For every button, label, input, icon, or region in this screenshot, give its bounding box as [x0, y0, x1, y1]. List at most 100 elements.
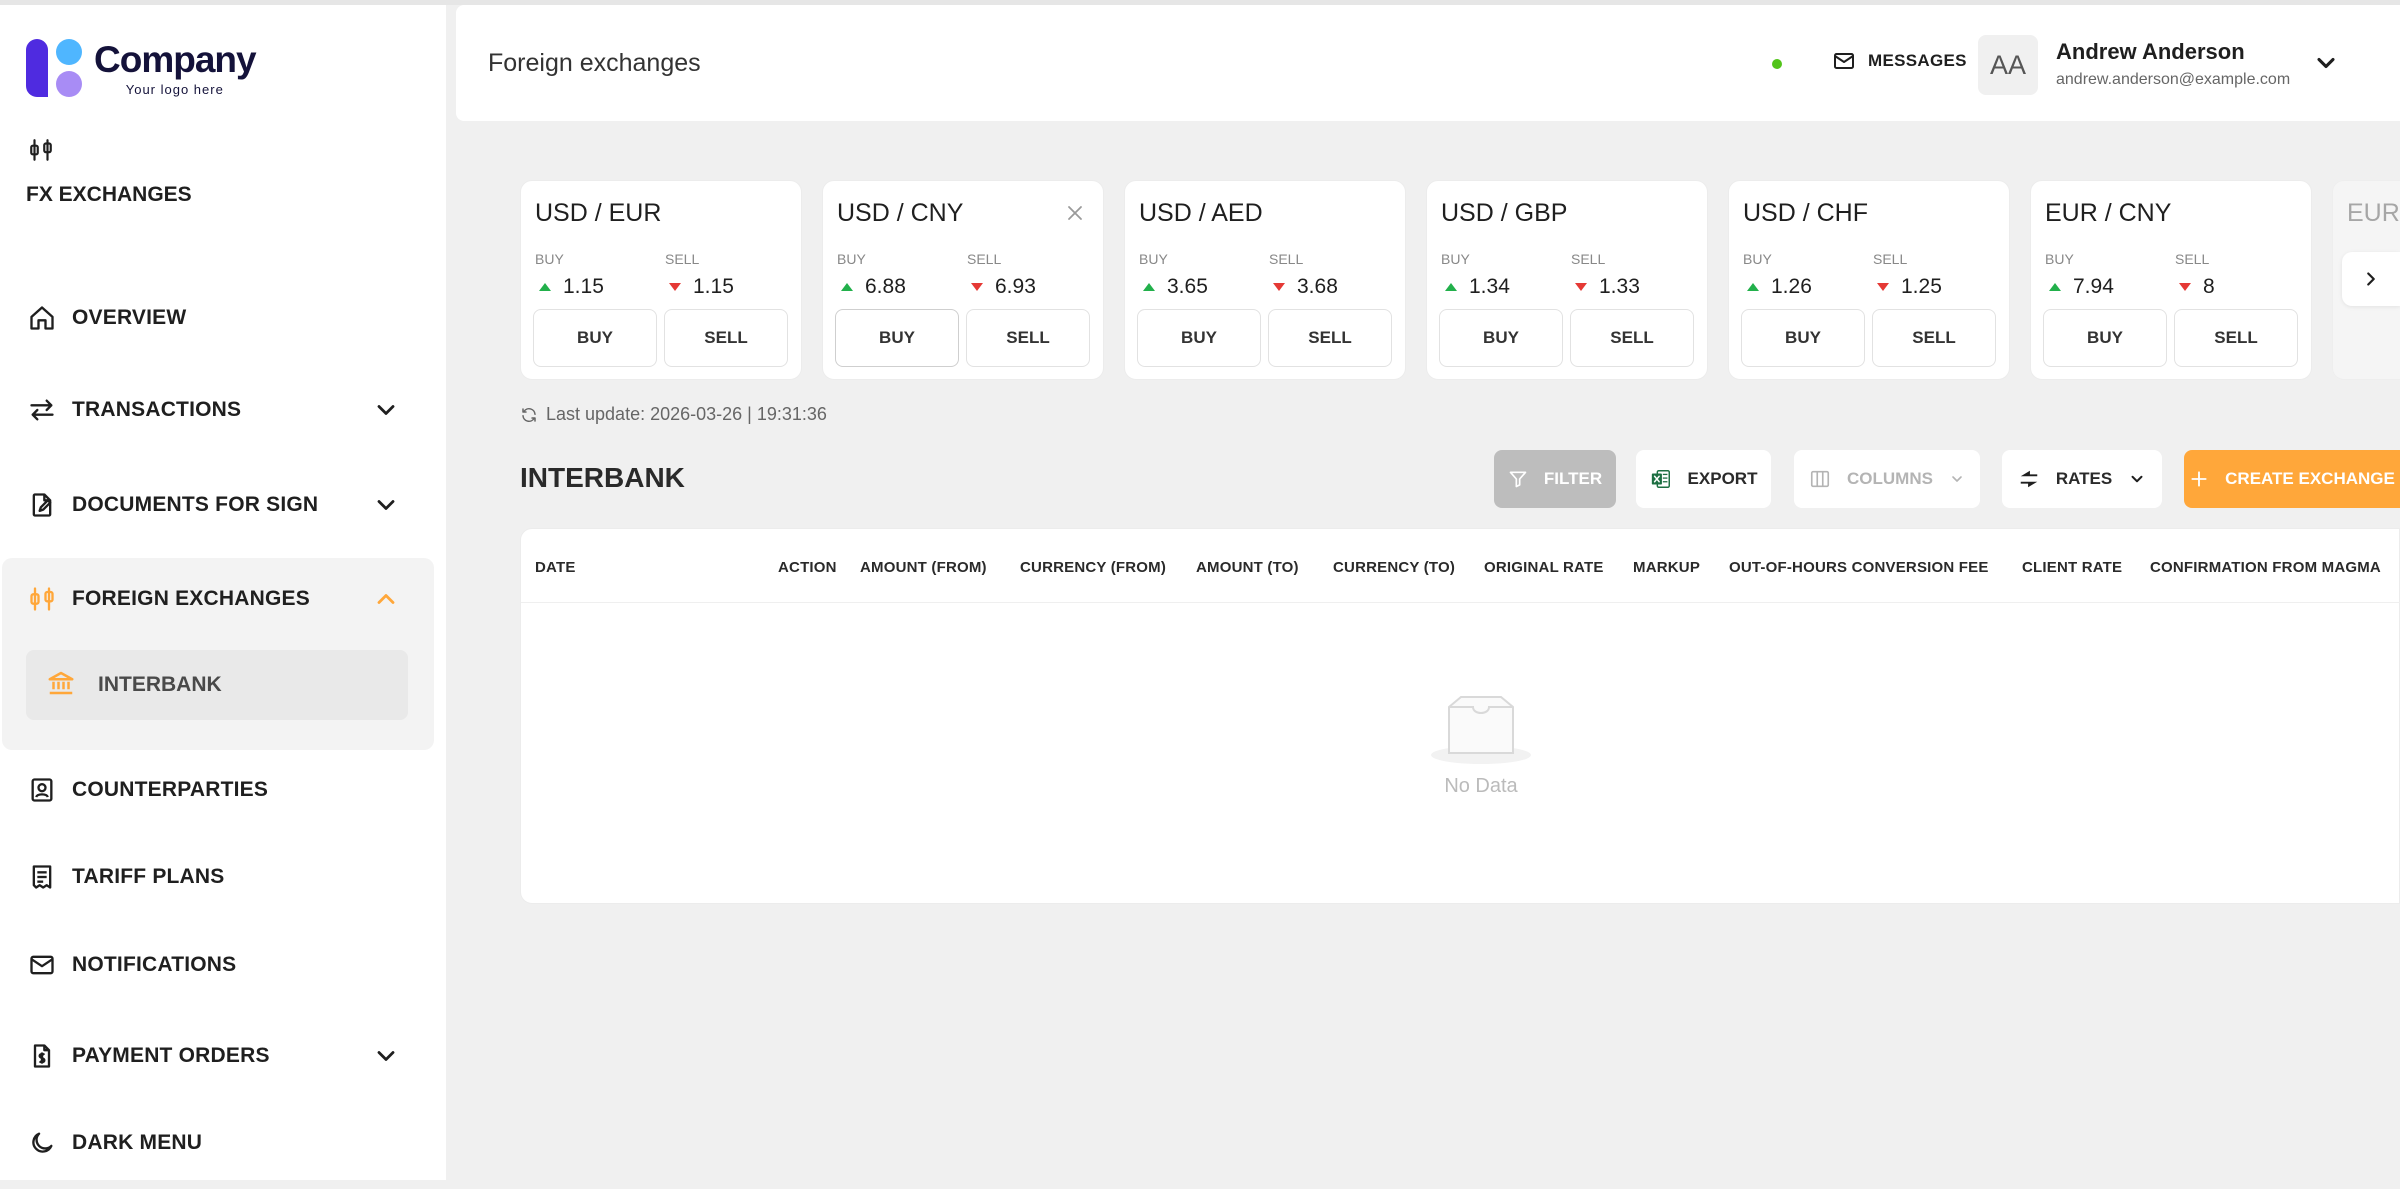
chevron-down-icon	[1952, 476, 1962, 482]
column-header-out-of-hours-fee[interactable]: OUT-OF-HOURS CONVERSION FEE	[1729, 559, 1989, 576]
fx-rate-cards: USD / EUR BUY SELL 1.15 1.15 BUY SELL US…	[520, 180, 2400, 380]
empty-state: No Data	[1411, 695, 1551, 798]
sidebar-item-payment-orders[interactable]: PAYMENT ORDERS	[0, 1026, 446, 1086]
buy-button[interactable]: BUY	[1741, 309, 1865, 367]
sidebar-item-notifications[interactable]: NOTIFICATIONS	[0, 935, 446, 995]
fx-card[interactable]: USD / CNY BUY SELL 6.88 6.93 BUY SELL	[822, 180, 1104, 380]
sell-rate: 1.25	[1901, 275, 1942, 298]
chevron-down-icon[interactable]	[372, 396, 400, 424]
columns-label: COLUMNS	[1847, 469, 1933, 488]
top-header: Foreign exchanges MESSAGES AA Andrew And…	[456, 5, 2400, 121]
sell-label: SELL	[1873, 251, 1908, 267]
columns-button[interactable]: COLUMNS	[1794, 450, 1980, 508]
buy-button[interactable]: BUY	[533, 309, 657, 367]
fx-pair: USD / CNY	[837, 199, 964, 227]
trend-down-icon	[1273, 283, 1285, 291]
last-update: Last update: 2026-03-26 | 19:31:36	[520, 404, 827, 425]
swap-arrows-icon	[2018, 468, 2040, 490]
trend-down-icon	[1877, 283, 1889, 291]
exchange-icon	[30, 139, 52, 161]
contact-card-icon	[26, 774, 58, 806]
fx-pair: USD / EUR	[535, 199, 662, 227]
sidebar-item-label: NOTIFICATIONS	[72, 953, 237, 976]
sidebar-item-transactions[interactable]: TRANSACTIONS	[0, 380, 446, 440]
column-header-date[interactable]: DATE	[535, 559, 576, 576]
sell-button[interactable]: SELL	[1268, 309, 1392, 367]
messages-button[interactable]: MESSAGES	[1832, 49, 1967, 73]
export-button[interactable]: EXPORT	[1636, 450, 1771, 508]
close-icon[interactable]	[1063, 201, 1087, 225]
sell-rate: 3.68	[1297, 275, 1338, 298]
sidebar-item-documents-for-sign[interactable]: DOCUMENTS FOR SIGN	[0, 475, 446, 535]
trend-down-icon	[971, 283, 983, 291]
sidebar-item-dark-menu[interactable]: DARK MENU	[0, 1113, 446, 1173]
sidebar-item-label: DARK MENU	[72, 1131, 203, 1154]
column-header-action[interactable]: ACTION	[778, 559, 837, 576]
sidebar-item-overview[interactable]: OVERVIEW	[0, 288, 446, 348]
column-header-confirmation[interactable]: CONFIRMATION FROM MAGMA	[2150, 559, 2381, 576]
filter-button[interactable]: FILTER	[1494, 450, 1616, 508]
sell-rate: 8	[2203, 275, 2215, 298]
chevron-down-icon[interactable]	[2312, 49, 2340, 77]
sidebar-item-label: COUNTERPARTIES	[72, 778, 269, 801]
envelope-icon	[26, 949, 58, 981]
buy-button[interactable]: BUY	[2043, 309, 2167, 367]
create-exchange-label: CREATE EXCHANGE	[2225, 469, 2395, 488]
brand-logo[interactable]: Company Your logo here	[26, 35, 257, 101]
column-header-currency-to[interactable]: CURRENCY (TO)	[1333, 559, 1455, 576]
trend-down-icon	[2179, 283, 2191, 291]
fx-card[interactable]: USD / GBP BUY SELL 1.34 1.33 BUY SELL	[1426, 180, 1708, 380]
moon-icon	[26, 1127, 58, 1159]
create-exchange-button[interactable]: CREATE EXCHANGE	[2184, 450, 2400, 508]
sidebar-item-label: TRANSACTIONS	[72, 398, 242, 421]
sell-button[interactable]: SELL	[664, 309, 788, 367]
sidebar-subitem-label: INTERBANK	[98, 673, 222, 696]
sidebar-subitem-interbank[interactable]: INTERBANK	[26, 650, 408, 720]
sell-button[interactable]: SELL	[1570, 309, 1694, 367]
avatar[interactable]: AA	[1978, 35, 2038, 95]
buy-button[interactable]: BUY	[1439, 309, 1563, 367]
empty-inbox-icon	[1431, 696, 1531, 764]
transfer-arrows-icon	[26, 394, 58, 426]
section-title: INTERBANK	[520, 462, 685, 493]
cards-next-button[interactable]	[2342, 252, 2400, 306]
sell-button[interactable]: SELL	[2174, 309, 2298, 367]
sell-rate: 1.15	[693, 275, 734, 298]
buy-button[interactable]: BUY	[1137, 309, 1261, 367]
sidebar-section-title: FX EXCHANGES	[26, 183, 192, 206]
chevron-right-icon	[2367, 272, 2375, 286]
column-header-amount-to[interactable]: AMOUNT (TO)	[1196, 559, 1299, 576]
sidebar-item-counterparties[interactable]: COUNTERPARTIES	[0, 760, 446, 820]
column-header-amount-from[interactable]: AMOUNT (FROM)	[860, 559, 987, 576]
buy-button[interactable]: BUY	[835, 309, 959, 367]
columns-icon	[1809, 468, 1831, 490]
fx-card[interactable]: USD / EUR BUY SELL 1.15 1.15 BUY SELL	[520, 180, 802, 380]
column-header-client-rate[interactable]: CLIENT RATE	[2022, 559, 2122, 576]
buy-rate: 1.15	[563, 275, 604, 298]
sell-button[interactable]: SELL	[966, 309, 1090, 367]
export-label: EXPORT	[1687, 469, 1758, 488]
chevron-down-icon[interactable]	[372, 1042, 400, 1070]
rates-button[interactable]: RATES	[2002, 450, 2162, 508]
payment-doc-icon	[26, 1040, 58, 1072]
column-header-currency-from[interactable]: CURRENCY (FROM)	[1020, 559, 1166, 576]
sidebar-item-tariff-plans[interactable]: TARIFF PLANS	[0, 847, 446, 907]
column-header-markup[interactable]: MARKUP	[1633, 559, 1700, 576]
user-email: andrew.anderson@example.com	[2056, 71, 2291, 88]
excel-icon	[1650, 468, 1672, 490]
sell-rate: 1.33	[1599, 275, 1640, 298]
sidebar-item-foreign-exchanges[interactable]: FOREIGN EXCHANGES	[0, 569, 446, 629]
fx-card[interactable]: USD / CHF BUY SELL 1.26 1.25 BUY SELL	[1728, 180, 2010, 380]
column-header-original-rate[interactable]: ORIGINAL RATE	[1484, 559, 1604, 576]
brand-tagline: Your logo here	[125, 81, 224, 97]
sidebar-item-label: FOREIGN EXCHANGES	[72, 587, 310, 610]
chevron-down-icon[interactable]	[372, 491, 400, 519]
plus-icon	[2189, 469, 2209, 489]
fx-pair: USD / CHF	[1743, 199, 1868, 227]
online-status-indicator	[1772, 59, 1782, 69]
chevron-up-icon[interactable]	[372, 585, 400, 613]
sell-button[interactable]: SELL	[1872, 309, 1996, 367]
fx-card[interactable]: EUR / CNY BUY SELL 7.94 8 BUY SELL	[2030, 180, 2312, 380]
fx-card[interactable]: USD / AED BUY SELL 3.65 3.68 BUY SELL	[1124, 180, 1406, 380]
envelope-icon	[1834, 53, 1854, 69]
